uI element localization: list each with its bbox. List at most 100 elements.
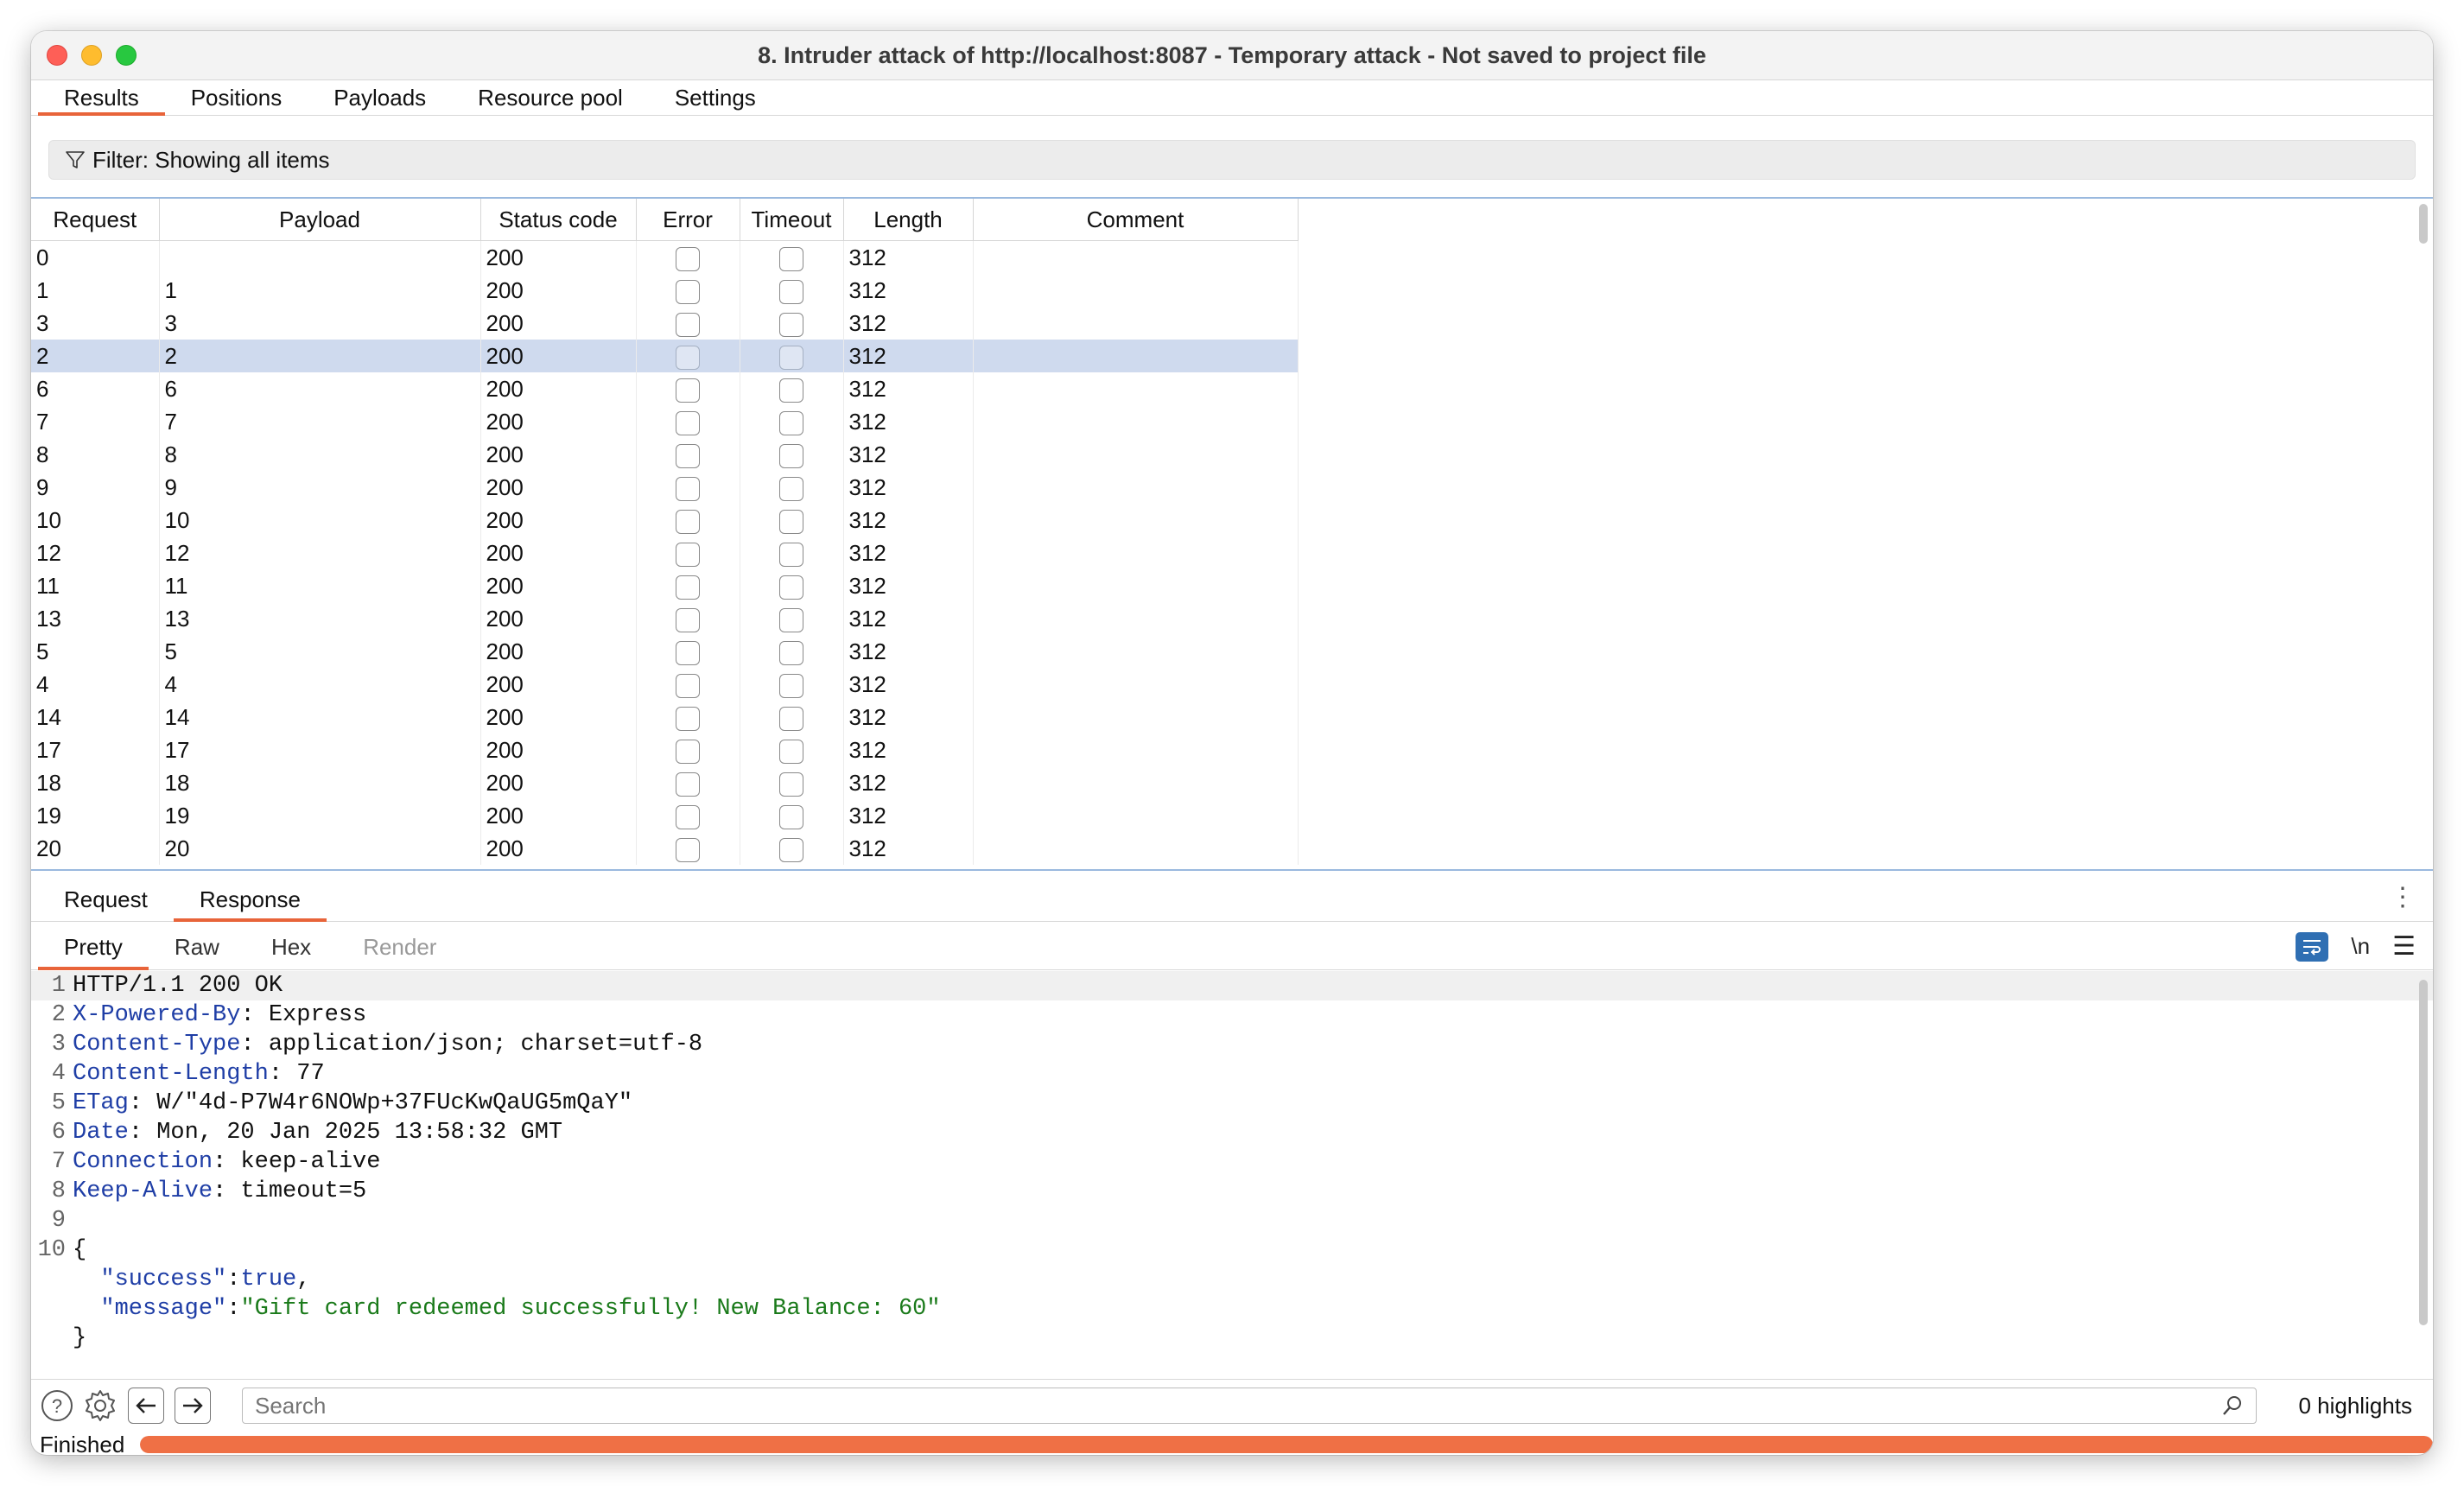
- tab-resource-pool[interactable]: Resource pool: [452, 80, 649, 115]
- table-row[interactable]: 20 20 200 312: [31, 832, 1299, 865]
- timeout-checkbox[interactable]: [779, 509, 803, 534]
- view-tab-hex[interactable]: Hex: [245, 924, 337, 969]
- table-row[interactable]: 5 5 200 312: [31, 635, 1299, 668]
- table-row[interactable]: 11 11 200 312: [31, 569, 1299, 602]
- table-row[interactable]: 2 2 200 312: [31, 340, 1299, 372]
- error-checkbox[interactable]: [676, 804, 700, 829]
- response-editor[interactable]: 1 HTTP/1.1 200 OK 2 X-Powered-By: Express 3 C…: [31, 971, 2433, 1377]
- table-row[interactable]: 3 3 200 312: [31, 307, 1299, 340]
- tab-payloads[interactable]: Payloads: [308, 80, 452, 115]
- timeout-checkbox[interactable]: [779, 837, 803, 862]
- editor-scrollbar[interactable]: [2419, 980, 2428, 1325]
- code-line: }: [31, 1324, 2433, 1353]
- table-row[interactable]: 10 10 200 312: [31, 504, 1299, 537]
- table-row[interactable]: 12 12 200 312: [31, 537, 1299, 569]
- table-row[interactable]: 7 7 200 312: [31, 405, 1299, 438]
- tab-response[interactable]: Response: [173, 878, 327, 922]
- timeout-checkbox[interactable]: [779, 575, 803, 600]
- table-row[interactable]: 4 4 200 312: [31, 668, 1299, 701]
- timeout-checkbox[interactable]: [779, 312, 803, 337]
- error-checkbox[interactable]: [676, 640, 700, 665]
- error-checkbox[interactable]: [676, 476, 700, 501]
- timeout-checkbox[interactable]: [779, 246, 803, 271]
- table-row[interactable]: 17 17 200 312: [31, 733, 1299, 766]
- tab-results[interactable]: Results: [38, 80, 165, 116]
- table-scrollbar[interactable]: [2419, 204, 2428, 244]
- error-checkbox[interactable]: [676, 739, 700, 764]
- timeout-checkbox[interactable]: [779, 410, 803, 435]
- error-checkbox[interactable]: [676, 312, 700, 337]
- code-token: :: [226, 1267, 241, 1292]
- view-tab-pretty[interactable]: Pretty: [38, 924, 149, 970]
- word-wrap-icon[interactable]: [2296, 931, 2329, 962]
- code-line: "message":"Gift card redeemed successful…: [31, 1294, 2433, 1324]
- table-row[interactable]: 13 13 200 312: [31, 602, 1299, 635]
- table-row[interactable]: 6 6 200 312: [31, 372, 1299, 405]
- timeout-checkbox[interactable]: [779, 804, 803, 829]
- column-header-length[interactable]: Length: [843, 199, 974, 241]
- tab-request[interactable]: Request: [38, 878, 174, 921]
- table-row[interactable]: 8 8 200 312: [31, 438, 1299, 471]
- timeout-checkbox[interactable]: [779, 378, 803, 403]
- column-header-error[interactable]: Error: [636, 199, 740, 241]
- tab-positions[interactable]: Positions: [165, 80, 308, 115]
- search-input[interactable]: [253, 1391, 2221, 1420]
- view-tab-render[interactable]: Render: [337, 924, 462, 969]
- error-checkbox[interactable]: [676, 772, 700, 797]
- timeout-checkbox[interactable]: [779, 345, 803, 370]
- error-checkbox[interactable]: [676, 607, 700, 632]
- line-number: 2: [51, 1002, 66, 1028]
- svg-text:?: ?: [52, 1395, 62, 1417]
- error-checkbox[interactable]: [676, 509, 700, 534]
- error-checkbox[interactable]: [676, 279, 700, 304]
- timeout-checkbox[interactable]: [779, 673, 803, 698]
- timeout-checkbox[interactable]: [779, 542, 803, 567]
- tab-settings[interactable]: Settings: [649, 80, 782, 115]
- close-window-button[interactable]: [47, 45, 67, 66]
- error-checkbox[interactable]: [676, 345, 700, 370]
- cell-comment: [973, 766, 1299, 799]
- column-header-request[interactable]: Request: [31, 199, 160, 241]
- error-checkbox[interactable]: [676, 575, 700, 600]
- error-checkbox[interactable]: [676, 443, 700, 468]
- timeout-checkbox[interactable]: [779, 640, 803, 665]
- cell-payload: 18: [159, 766, 481, 799]
- cell-status-code: 200: [480, 471, 637, 504]
- error-checkbox[interactable]: [676, 410, 700, 435]
- error-checkbox[interactable]: [676, 673, 700, 698]
- column-header-timeout[interactable]: Timeout: [740, 199, 844, 241]
- column-header-status-code[interactable]: Status code: [480, 199, 637, 241]
- timeout-checkbox[interactable]: [779, 476, 803, 501]
- maximize-window-button[interactable]: [116, 45, 137, 66]
- minimize-window-button[interactable]: [81, 45, 102, 66]
- hamburger-menu-icon[interactable]: ☰: [2392, 931, 2416, 962]
- table-row[interactable]: 1 1 200 312: [31, 274, 1299, 307]
- help-icon[interactable]: ?: [40, 1388, 74, 1423]
- timeout-checkbox[interactable]: [779, 607, 803, 632]
- timeout-checkbox[interactable]: [779, 279, 803, 304]
- newline-toggle-button[interactable]: \n: [2351, 933, 2370, 960]
- timeout-checkbox[interactable]: [779, 739, 803, 764]
- search-icon[interactable]: [2221, 1394, 2244, 1417]
- view-tab-raw[interactable]: Raw: [149, 924, 245, 969]
- more-options-icon[interactable]: ⋮: [2390, 885, 2416, 911]
- timeout-checkbox[interactable]: [779, 772, 803, 797]
- timeout-checkbox[interactable]: [779, 443, 803, 468]
- back-arrow-button[interactable]: [128, 1388, 164, 1424]
- table-row[interactable]: 19 19 200 312: [31, 799, 1299, 832]
- forward-arrow-button[interactable]: [175, 1388, 211, 1424]
- error-checkbox[interactable]: [676, 837, 700, 862]
- error-checkbox[interactable]: [676, 378, 700, 403]
- column-header-payload[interactable]: Payload: [159, 199, 481, 241]
- timeout-checkbox[interactable]: [779, 706, 803, 731]
- column-header-comment[interactable]: Comment: [973, 199, 1299, 241]
- filter-bar[interactable]: Filter: Showing all items: [48, 140, 2416, 180]
- table-row[interactable]: 9 9 200 312: [31, 471, 1299, 504]
- table-row[interactable]: 18 18 200 312: [31, 766, 1299, 799]
- table-row[interactable]: 14 14 200 312: [31, 701, 1299, 733]
- table-row[interactable]: 0 200 312: [31, 240, 1299, 274]
- error-checkbox[interactable]: [676, 246, 700, 271]
- error-checkbox[interactable]: [676, 542, 700, 567]
- error-checkbox[interactable]: [676, 706, 700, 731]
- settings-gear-icon[interactable]: [83, 1388, 117, 1423]
